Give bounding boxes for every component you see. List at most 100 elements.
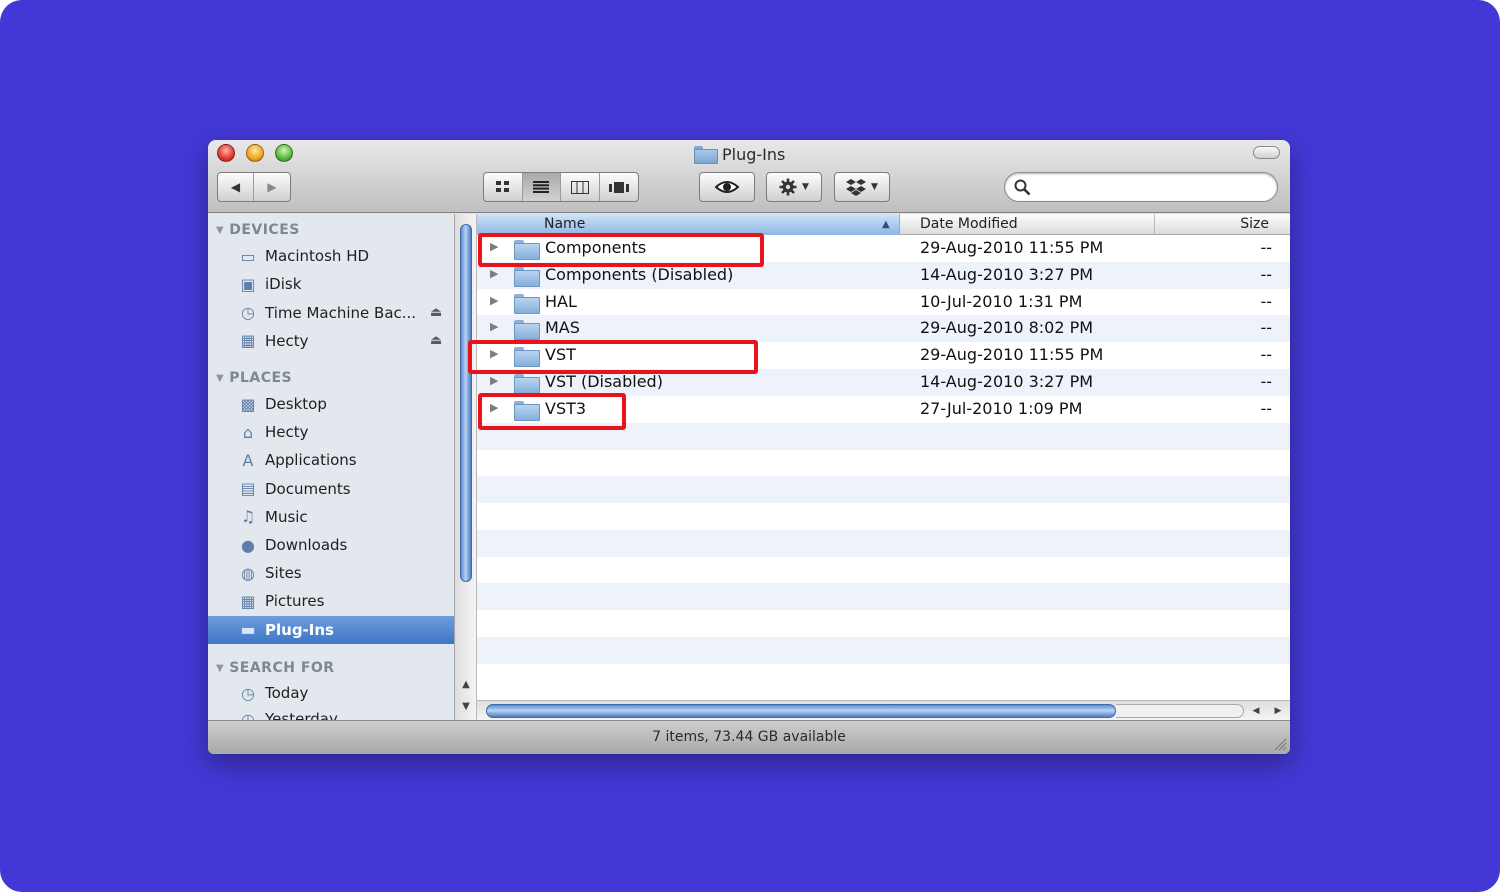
search-for-header-label: SEARCH FOR: [229, 660, 335, 676]
search-for-header[interactable]: ▼ SEARCH FOR: [216, 660, 335, 676]
sidebar-item[interactable]: ▣ iDisk: [208, 270, 454, 298]
idisk-icon: ▣: [240, 274, 256, 294]
empty-row: [477, 476, 1290, 504]
close-button[interactable]: [217, 144, 235, 162]
sidebar-item-label: Macintosh HD: [265, 247, 370, 265]
sidebar-scrollbar[interactable]: ▲ ▼: [455, 214, 477, 720]
sidebar-item-label: Plug-Ins: [265, 620, 334, 639]
sidebar-item[interactable]: ▭ Macintosh HD: [208, 242, 454, 270]
sidebar-item[interactable]: ● Downloads: [208, 531, 454, 559]
status-text: 7 items, 73.44 GB available: [652, 729, 846, 745]
disclosure-triangle-icon[interactable]: ▶: [490, 320, 498, 333]
sidebar-scroll-thumb[interactable]: [460, 224, 472, 582]
zoom-button[interactable]: [275, 144, 293, 162]
date-modified: 29-Aug-2010 11:55 PM: [920, 238, 1104, 257]
coverflow-view-button[interactable]: [600, 173, 638, 201]
gear-icon: [779, 178, 797, 196]
disclosure-triangle-icon[interactable]: ▼: [216, 225, 224, 236]
folder-icon: [514, 293, 540, 314]
folder-icon: [514, 374, 540, 394]
quicklook-button[interactable]: [699, 172, 755, 202]
name-column-header[interactable]: Name ▲: [477, 214, 900, 235]
sidebar-item-label: Hecty: [265, 423, 309, 442]
eject-icon[interactable]: ⏏: [430, 305, 442, 320]
sidebar-item[interactable]: ◷ Time Machine Bac... ⏏: [208, 299, 454, 327]
folder-icon: [514, 320, 540, 341]
disclosure-triangle-icon[interactable]: ▶: [490, 267, 498, 280]
empty-row: [477, 610, 1290, 637]
list-view-button[interactable]: [522, 173, 561, 201]
disclosure-triangle-icon[interactable]: ▶: [490, 374, 498, 387]
sidebar-item[interactable]: ▩ Desktop: [208, 390, 454, 418]
sidebar-item[interactable]: ▦ Pictures: [208, 587, 454, 615]
sidebar-item-label: Sites: [265, 564, 302, 583]
minimize-button[interactable]: [246, 144, 264, 162]
highlight-vst3: [478, 393, 626, 430]
sidebar-item[interactable]: ▤ Documents: [208, 475, 454, 503]
sidebar-item[interactable]: A Applications: [208, 446, 454, 474]
file-name: VST (Disabled): [545, 372, 663, 391]
file-list: Name ▲ Date Modified Size ▶ Components 29-…: [477, 214, 1290, 720]
sidebar-item-label: Time Machine Bac...: [265, 303, 417, 322]
column-view-button[interactable]: [561, 173, 600, 201]
scroll-down-arrow-icon[interactable]: ▼: [459, 700, 473, 714]
home-icon: ⌂: [242, 422, 254, 442]
scroll-up-arrow-icon[interactable]: ▲: [459, 678, 473, 692]
sidebar-item[interactable]: ▦ Hecty ⏏: [208, 327, 454, 355]
sidebar-item-label: Pictures: [265, 592, 325, 611]
action-seg: ▼: [767, 173, 821, 201]
back-button[interactable]: ◀: [218, 173, 255, 201]
sidebar-item[interactable]: ⌂ Hecty: [208, 418, 454, 446]
quicklook-seg: [700, 173, 754, 201]
date-modified: 29-Aug-2010 8:02 PM: [920, 318, 1094, 338]
column-headers: Name ▲ Date Modified Size: [477, 214, 1290, 235]
sidebar-item-label: Applications: [265, 451, 357, 470]
date-modified: 29-Aug-2010 11:55 PM: [920, 345, 1104, 365]
file-row[interactable]: ▶ HAL 10-Jul-2010 1:31 PM --: [477, 289, 1290, 316]
window-title-text: Plug-Ins: [722, 144, 786, 164]
sidebar: ▼ DEVICES ▭ Macintosh HD ▣ iDisk ◷ Time Machine…: [208, 214, 455, 720]
file-row[interactable]: ▶ MAS 29-Aug-2010 8:02 PM --: [477, 315, 1290, 343]
forward-button[interactable]: ▶: [254, 173, 290, 201]
eject-icon[interactable]: ⏏: [430, 333, 442, 348]
date-modified: 14-Aug-2010 3:27 PM: [920, 264, 1094, 284]
icon-view-button[interactable]: [484, 173, 523, 201]
horizontal-scrollbar[interactable]: ◀ ▶: [477, 700, 1290, 720]
places-header[interactable]: ▼ PLACES: [216, 370, 292, 386]
file-size: --: [1260, 372, 1272, 391]
sidebar-item-label: Documents: [265, 479, 351, 498]
clock-icon: ◷: [241, 709, 255, 721]
search-field[interactable]: [1004, 172, 1278, 202]
sidebar-item[interactable]: ◍ Sites: [208, 559, 454, 587]
size-column-header[interactable]: Size: [1156, 214, 1290, 235]
disclosure-triangle-icon[interactable]: ▶: [490, 294, 498, 307]
back-icon: ◀: [230, 180, 241, 194]
sidebar-item[interactable]: ▬ Plug-Ins: [208, 615, 454, 644]
empty-row: [477, 503, 1290, 530]
chevron-down-icon: ▼: [802, 182, 809, 192]
sidebar-item[interactable]: ◷ Yesterday: [208, 705, 454, 721]
scroll-right-arrow-icon[interactable]: ▶: [1271, 704, 1285, 718]
sidebar-item-label: Desktop: [265, 395, 327, 413]
highlight-components: [478, 233, 764, 267]
chevron-down-icon: ▼: [871, 182, 878, 192]
empty-row: [477, 529, 1290, 557]
folder-icon: ▬: [240, 620, 256, 640]
list-view-icon: [533, 181, 550, 193]
disclosure-triangle-icon[interactable]: ▼: [216, 663, 224, 674]
toolbar-toggle-button[interactable]: [1253, 146, 1280, 159]
horizontal-scroll-track[interactable]: [1116, 704, 1244, 718]
disclosure-triangle-icon[interactable]: ▼: [216, 373, 224, 384]
date-column-header[interactable]: Date Modified: [901, 214, 1155, 235]
action-button[interactable]: ▼: [766, 172, 822, 202]
date-modified: 27-Jul-2010 1:09 PM: [920, 398, 1083, 418]
search-input[interactable]: [1039, 177, 1267, 197]
sidebar-item[interactable]: ◷ Today: [208, 679, 454, 707]
file-name: MAS: [545, 318, 580, 338]
resize-grip-icon[interactable]: [1271, 735, 1287, 751]
horizontal-scroll-thumb[interactable]: [486, 704, 1116, 718]
scroll-left-arrow-icon[interactable]: ◀: [1249, 704, 1263, 718]
dropbox-button[interactable]: ▼: [834, 172, 890, 202]
devices-header[interactable]: ▼ DEVICES: [216, 222, 300, 238]
sidebar-item[interactable]: ♫ Music: [208, 503, 454, 531]
